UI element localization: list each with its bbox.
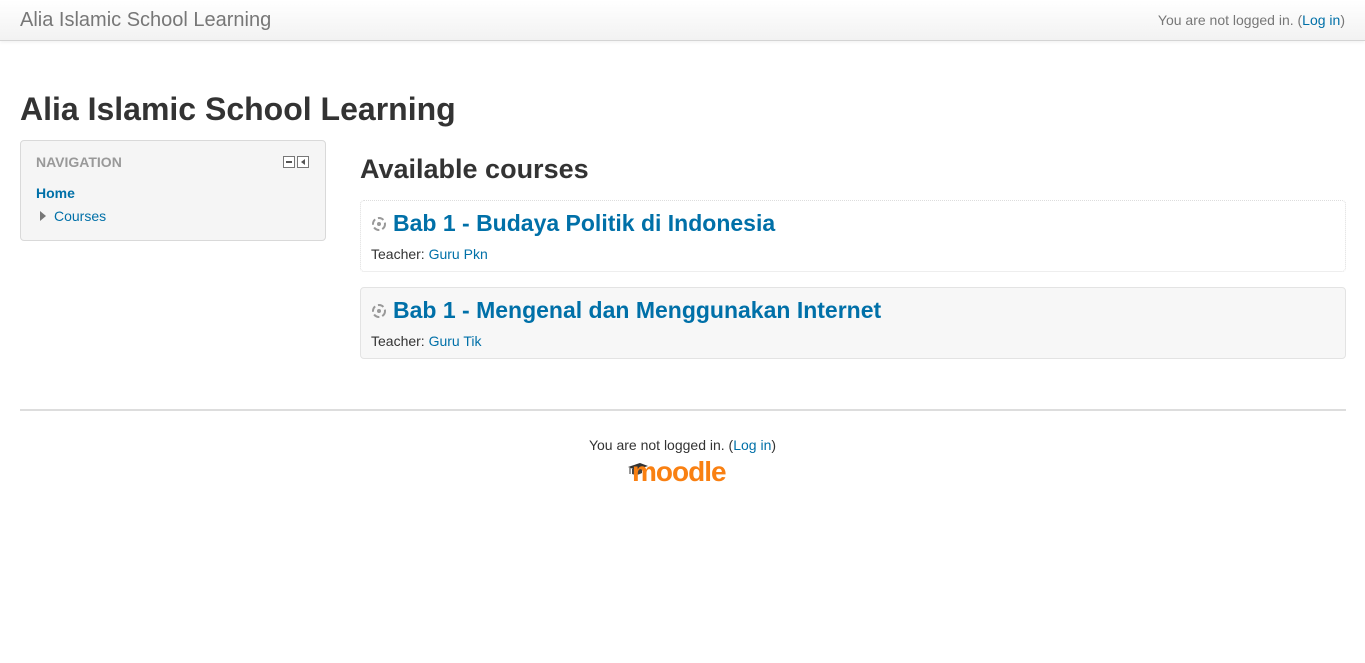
teacher-link[interactable]: Guru Tik: [429, 333, 482, 349]
moodle-logo-text: moodle: [632, 456, 727, 487]
course-link[interactable]: Bab 1 - Mengenal dan Menggunakan Interne…: [393, 297, 881, 324]
moodle-logo[interactable]: moodle: [626, 456, 746, 488]
login-info-suffix: ): [1340, 12, 1345, 28]
top-navbar: Alia Islamic School Learning You are not…: [0, 0, 1365, 41]
course-icon: [372, 217, 386, 231]
expand-arrow-icon[interactable]: [40, 211, 46, 221]
footer-login-suffix: ): [771, 437, 777, 453]
course-box: Bab 1 - Budaya Politik di Indonesia Teac…: [360, 200, 1346, 272]
footer-login-link[interactable]: Log in: [733, 437, 771, 453]
login-info: You are not logged in. (Log in): [1158, 12, 1345, 28]
page-title: Alia Islamic School Learning: [20, 91, 456, 127]
nav-item-courses[interactable]: Courses: [40, 208, 106, 224]
teacher-label: Teacher:: [371, 246, 425, 262]
block-controls: [283, 156, 309, 168]
footer-login-prefix: You are not logged in. (: [588, 437, 734, 453]
dock-block-icon[interactable]: [297, 156, 309, 168]
course-teacher: Teacher: Guru Tik: [371, 333, 482, 349]
course-box: Bab 1 - Mengenal dan Menggunakan Interne…: [360, 287, 1346, 359]
nav-item-courses-label[interactable]: Courses: [54, 208, 106, 224]
navigation-block: NAVIGATION Home Courses: [20, 140, 326, 241]
login-info-prefix: You are not logged in. (: [1157, 12, 1303, 28]
login-link[interactable]: Log in: [1302, 12, 1340, 28]
footer-divider: [20, 409, 1346, 411]
course-link[interactable]: Bab 1 - Budaya Politik di Indonesia: [393, 210, 775, 237]
navigation-block-title: NAVIGATION: [36, 154, 122, 170]
teacher-link[interactable]: Guru Pkn: [429, 246, 488, 262]
available-courses-heading: Available courses: [360, 154, 589, 184]
course-icon: [372, 304, 386, 318]
site-brand-link[interactable]: Alia Islamic School Learning: [20, 9, 271, 32]
nav-item-home[interactable]: Home: [36, 185, 75, 201]
teacher-label: Teacher:: [371, 333, 425, 349]
hide-block-icon[interactable]: [283, 156, 295, 168]
footer-login-info: You are not logged in. (Log in): [0, 437, 1365, 453]
course-teacher: Teacher: Guru Pkn: [371, 246, 488, 262]
